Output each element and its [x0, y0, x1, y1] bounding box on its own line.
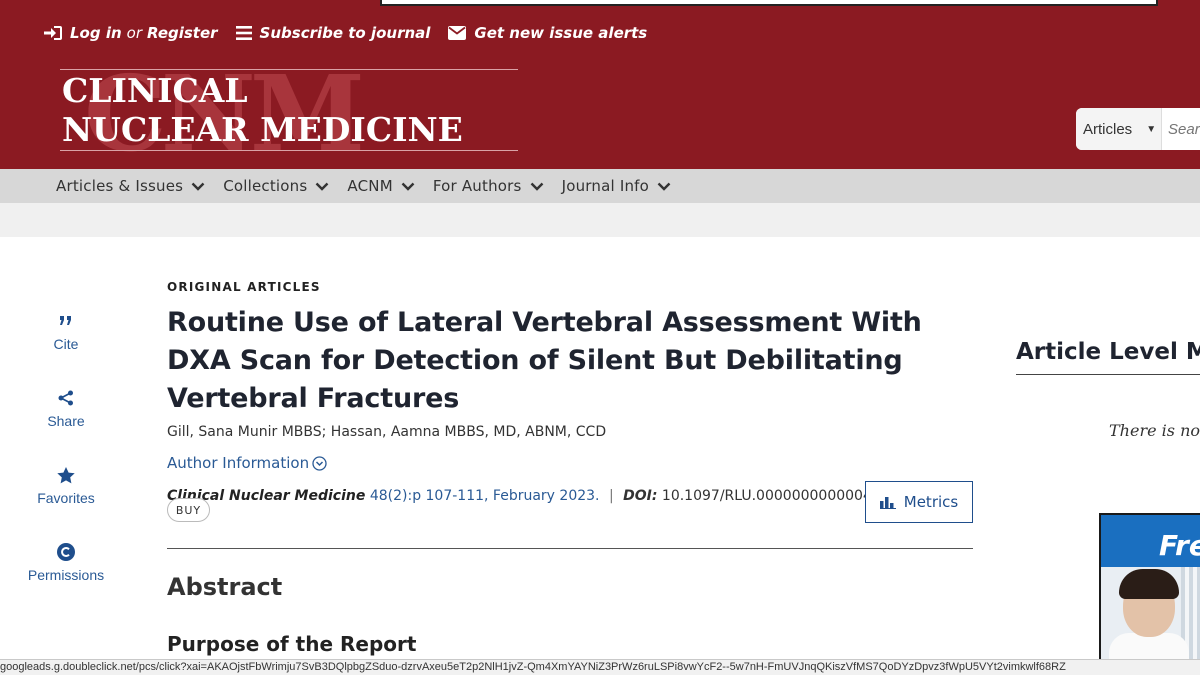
logo-rule-bottom: [60, 150, 518, 151]
metrics-label: Metrics: [903, 493, 959, 511]
issue-link[interactable]: 48(2):p 107-111, February 2023.: [370, 488, 600, 504]
cite-button[interactable]: Cite: [20, 310, 112, 387]
ad-photo: [1101, 567, 1200, 661]
favorites-button[interactable]: Favorites: [20, 464, 112, 541]
article-section-label: ORIGINAL ARTICLES: [167, 280, 321, 294]
nav-collections[interactable]: Collections: [223, 177, 329, 195]
subscribe-link[interactable]: Subscribe to journal: [235, 24, 431, 42]
metrics-button[interactable]: Metrics: [865, 481, 973, 523]
nav-label: Collections: [223, 177, 308, 195]
altmetric-note: There is no Altmetric data: [1109, 421, 1200, 440]
chevron-down-icon: [401, 182, 415, 191]
share-label: Share: [47, 413, 85, 429]
buy-button[interactable]: BUY: [167, 498, 210, 522]
page: Log in or Register Subscribe to journal …: [0, 0, 1200, 675]
sidebar-ad[interactable]: Free: [1099, 513, 1200, 663]
nav-label: ACNM: [347, 177, 393, 195]
article-title: Routine Use of Lateral Vertebral Assessm…: [167, 307, 922, 414]
abstract-heading: Abstract: [167, 573, 283, 601]
citation-separator: |: [608, 488, 614, 504]
quote-icon: [59, 310, 73, 332]
sign-in-icon: [44, 26, 62, 40]
nav-articles-issues[interactable]: Articles & Issues: [56, 177, 205, 195]
or-text: or: [126, 24, 143, 42]
alerts-label: Get new issue alerts: [474, 24, 648, 42]
article-metrics-heading: Article Level Metrics: [1016, 339, 1200, 365]
permissions-button[interactable]: Permissions: [20, 541, 112, 618]
nav-acnm[interactable]: ACNM: [347, 177, 415, 195]
article-citation: Clinical Nuclear Medicine 48(2):p 107-11…: [167, 488, 977, 504]
search-scope-value: Articles: [1083, 120, 1133, 138]
nav-label: For Authors: [432, 177, 522, 195]
nav-label: Articles & Issues: [56, 177, 184, 195]
nav-journal-info[interactable]: Journal Info: [562, 177, 671, 195]
nav-label: Journal Info: [561, 177, 650, 195]
alerts-link[interactable]: Get new issue alerts: [448, 24, 647, 42]
utility-bar: Log in or Register Subscribe to journal …: [44, 22, 665, 44]
article-authors: Gill, Sana Munir MBBS; Hassan, Aamna MBB…: [167, 424, 607, 440]
chevron-circle-down-icon: [312, 455, 327, 471]
permissions-label: Permissions: [27, 567, 105, 583]
top-ad-banner[interactable]: [380, 0, 1158, 6]
copyright-icon: [57, 541, 75, 563]
search-input[interactable]: [1162, 109, 1200, 149]
ad-headline: Free: [1159, 529, 1200, 562]
login-link[interactable]: Log in: [70, 24, 122, 42]
favorites-label: Favorites: [37, 490, 95, 506]
cite-label: Cite: [53, 336, 79, 352]
login-register-link[interactable]: Log in or Register: [44, 24, 218, 42]
search-box: Articles ▼: [1076, 108, 1200, 150]
doi-value: 10.1097/RLU.0000000000004494: [661, 488, 899, 504]
logo-line-1: CLINICAL: [62, 71, 248, 110]
chevron-down-icon: [530, 182, 543, 191]
main-nav: Articles & Issues Collections ACNM For A…: [0, 169, 1200, 203]
chevron-down-icon: [316, 182, 329, 191]
author-information-toggle[interactable]: Author Information: [167, 454, 977, 472]
caret-down-icon: ▼: [1146, 123, 1157, 135]
browser-status-bar: googleads.g.doubleclick.net/pcs/click?xa…: [0, 659, 1200, 675]
journal-logo[interactable]: CNM CLINICAL NUCLEAR MEDICINE: [60, 62, 520, 166]
search-scope-select[interactable]: Articles ▼: [1076, 108, 1162, 150]
ad-person-hair: [1119, 569, 1179, 599]
star-icon: [57, 464, 75, 486]
logo-rule-top: [60, 69, 518, 70]
list-icon: [235, 26, 252, 40]
share-button[interactable]: Share: [20, 387, 112, 464]
doi-label: DOI:: [623, 488, 658, 504]
logo-line-2: NUCLEAR MEDICINE: [62, 110, 463, 149]
sub-nav-bar: [0, 203, 1200, 237]
chevron-down-icon: [657, 182, 671, 191]
envelope-icon: [448, 26, 467, 40]
register-link[interactable]: Register: [147, 24, 218, 42]
metrics-heading-rule: [1016, 374, 1200, 375]
chevron-down-icon: [191, 182, 205, 191]
article-tools-rail: Cite Share Favorites Permissions: [20, 310, 112, 618]
bar-chart-icon: [879, 497, 896, 509]
purpose-heading: Purpose of the Report: [167, 632, 417, 656]
article-header: ORIGINAL ARTICLES Routine Use of Lateral…: [167, 280, 977, 656]
nav-for-authors[interactable]: For Authors: [433, 177, 544, 195]
site-header: Log in or Register Subscribe to journal …: [0, 0, 1200, 169]
subscribe-label: Subscribe to journal: [259, 24, 431, 42]
header-divider: [167, 548, 973, 549]
author-information-label: Author Information: [167, 454, 310, 472]
share-icon: [58, 387, 74, 409]
